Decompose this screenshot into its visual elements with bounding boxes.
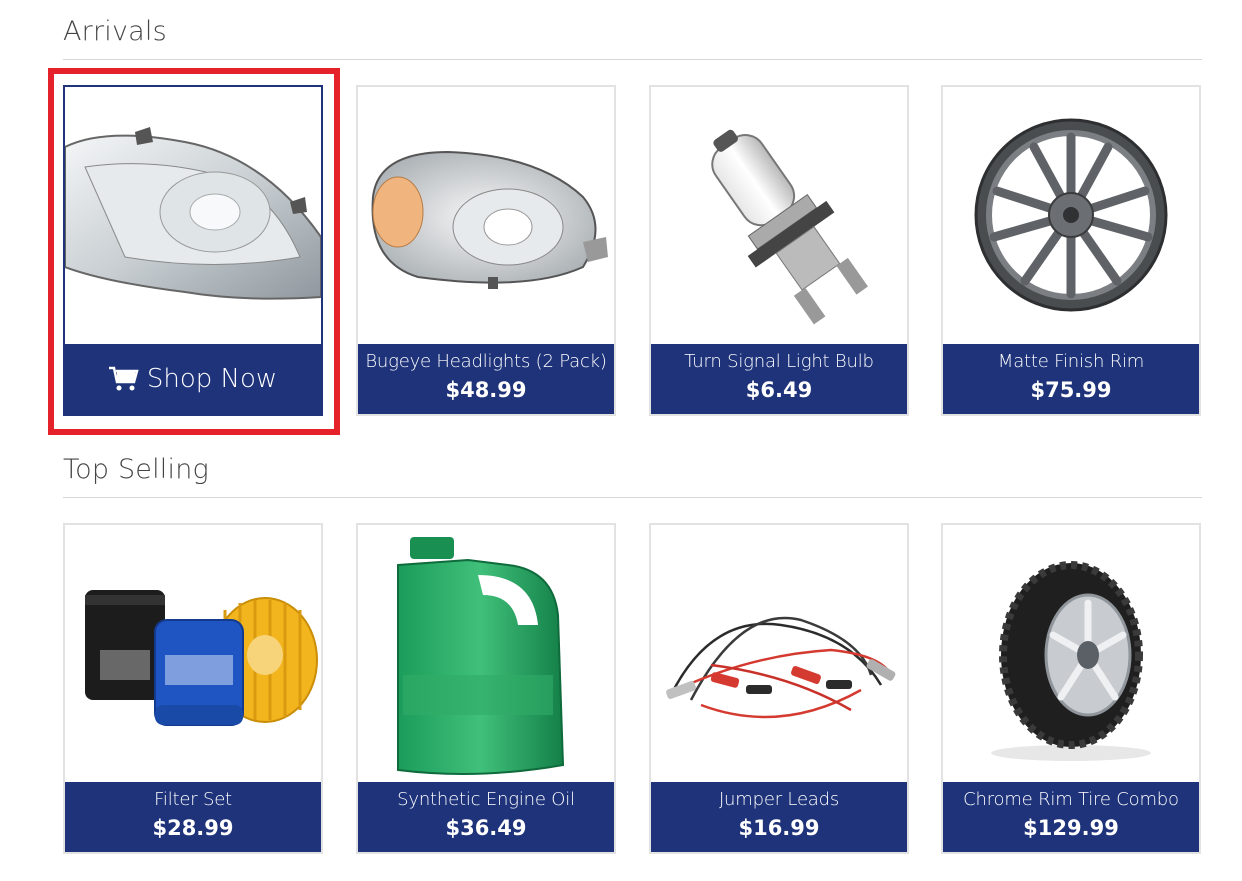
headlight-icon	[65, 87, 321, 346]
product-price: $36.49	[445, 816, 527, 840]
product-card-matte-rim[interactable]: Matte Finish Rim $75.99	[941, 85, 1201, 416]
product-card-turn-signal-bulb[interactable]: Turn Signal Light Bulb $6.49	[649, 85, 909, 416]
product-card-headlight[interactable]: Shop Now	[63, 85, 323, 416]
shopping-cart-icon	[108, 366, 139, 391]
section-title-arrivals: Arrivals	[63, 16, 167, 47]
product-price: $48.99	[445, 378, 527, 402]
product-card-bugeye-headlights[interactable]: Bugeye Headlights (2 Pack) $48.99	[356, 85, 616, 416]
product-price: $75.99	[1030, 378, 1112, 402]
jumper-cables-icon	[651, 525, 907, 784]
product-price: $6.49	[745, 378, 813, 402]
product-price: $129.99	[1023, 816, 1119, 840]
tire-icon	[943, 525, 1199, 784]
oil-filter-icon	[65, 525, 321, 784]
product-price: $28.99	[152, 816, 234, 840]
product-card-rim-tire-combo[interactable]: Chrome Rim Tire Combo $129.99	[941, 523, 1201, 854]
bugeye-headlight-icon	[358, 87, 614, 346]
product-card-jumper-leads[interactable]: Jumper Leads $16.99	[649, 523, 909, 854]
light-bulb-icon	[651, 87, 907, 346]
product-name: Bugeye Headlights (2 Pack)	[365, 351, 607, 372]
product-price: $16.99	[738, 816, 820, 840]
product-card-filter-set[interactable]: Filter Set $28.99	[63, 523, 323, 854]
product-name: Jumper Leads	[718, 789, 840, 810]
product-name: Chrome Rim Tire Combo	[963, 789, 1179, 810]
rim-icon	[943, 87, 1199, 346]
section-divider	[63, 497, 1202, 498]
product-name: Turn Signal Light Bulb	[684, 351, 874, 372]
product-name: Synthetic Engine Oil	[397, 789, 575, 810]
shop-now-label: Shop Now	[146, 364, 278, 394]
section-title-top-selling: Top Selling	[63, 454, 209, 485]
shop-now-button[interactable]: Shop Now	[65, 344, 321, 414]
section-divider	[63, 59, 1202, 60]
oil-jug-icon	[358, 525, 614, 784]
product-name: Filter Set	[154, 789, 232, 810]
product-name: Matte Finish Rim	[997, 351, 1145, 372]
product-card-engine-oil[interactable]: Synthetic Engine Oil $36.49	[356, 523, 616, 854]
